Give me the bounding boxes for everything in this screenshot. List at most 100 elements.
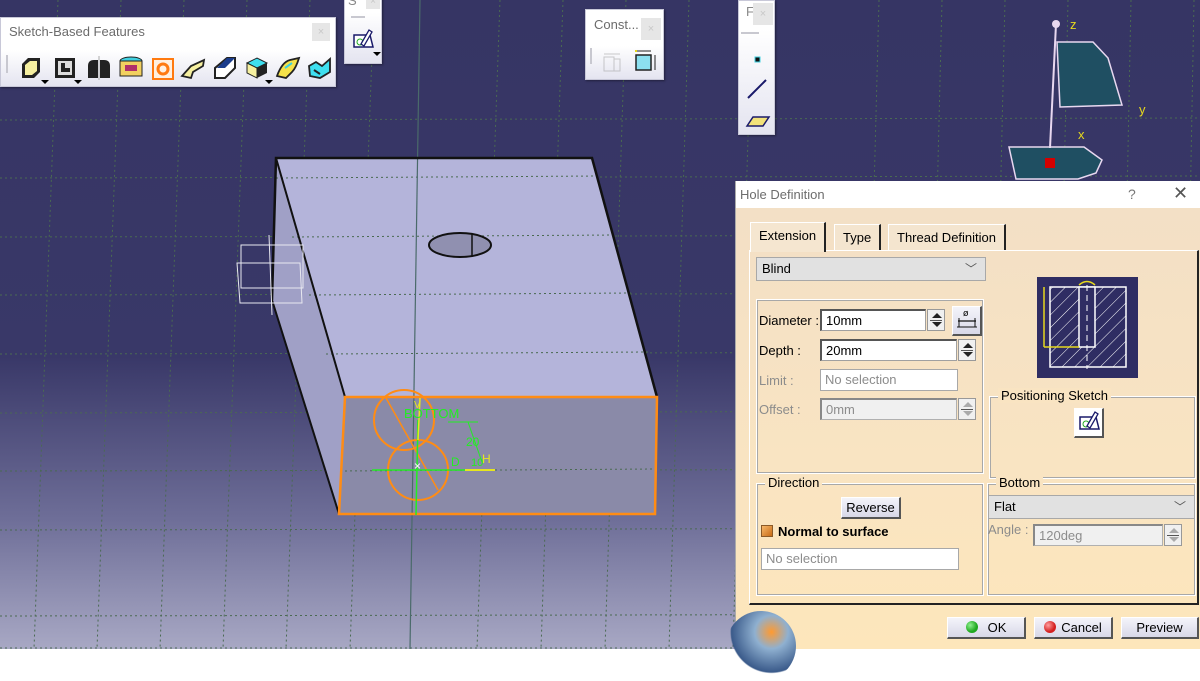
tab-type[interactable]: Type <box>834 224 882 251</box>
ok-label: OK <box>987 620 1007 635</box>
chevron-down-icon[interactable] <box>41 80 49 84</box>
chevron-down-icon: ﹀ <box>964 262 977 276</box>
diameter-measure-button[interactable]: ø <box>952 306 982 336</box>
tab-thread-definition[interactable]: Thread Definition <box>888 224 1006 251</box>
extension-parameters-group: Diameter : 10mm ø Depth : 20mm Limit : N… <box>756 299 984 474</box>
hole-preview <box>428 232 492 258</box>
close-icon[interactable]: ✕ <box>1173 184 1188 202</box>
sketch-dim-label-d: D <box>451 455 460 469</box>
constraint-icon[interactable] <box>633 48 659 74</box>
chevron-down-icon[interactable] <box>373 52 381 56</box>
catia-logo-globe <box>726 611 796 681</box>
dialog-title: Hole Definition <box>740 187 825 202</box>
dialog-titlebar[interactable]: Hole Definition ? ✕ <box>736 181 1200 208</box>
part-front-face <box>339 397 657 514</box>
pocket-icon[interactable] <box>51 54 79 82</box>
svg-text:ø: ø <box>963 309 969 319</box>
toolbar-drag-handle[interactable] <box>590 48 592 64</box>
sketch-based-features-toolbar[interactable]: Sketch-Based Features × <box>0 17 336 87</box>
sketch-axis-h: H <box>482 452 491 466</box>
cancel-button[interactable]: Cancel <box>1034 617 1113 639</box>
sketch-face-label: BOTTOM <box>404 406 459 421</box>
hole-icon[interactable] <box>149 54 177 82</box>
help-icon[interactable]: ? <box>1128 186 1136 202</box>
ok-led-icon <box>965 621 978 633</box>
cancel-label: Cancel <box>1061 620 1102 635</box>
close-icon[interactable]: × <box>312 23 330 41</box>
reverse-button[interactable]: Reverse <box>841 497 901 519</box>
positioning-sketch-button[interactable] <box>1074 408 1104 438</box>
extension-type-select[interactable]: Blind ﹀ <box>756 257 986 281</box>
rib-icon[interactable] <box>179 54 207 82</box>
diameter-label: Diameter : <box>759 313 819 328</box>
direction-selection-field[interactable]: No selection <box>761 548 959 570</box>
sketch-dimension-depth: 20 <box>466 435 480 449</box>
offset-spinner <box>958 398 976 420</box>
compass-y-label: y <box>1139 102 1146 117</box>
toolbar-drag-handle[interactable] <box>741 32 759 34</box>
close-icon[interactable]: × <box>366 0 380 9</box>
hole-preview-image <box>1037 277 1138 378</box>
chevron-down-icon: ﹀ <box>1173 500 1186 514</box>
multi-sections-solid-icon[interactable] <box>274 54 302 82</box>
diameter-input[interactable]: 10mm <box>820 309 926 331</box>
compass-z-label: z <box>1070 17 1077 32</box>
shaft-icon[interactable] <box>85 54 113 82</box>
chevron-down-icon[interactable] <box>74 80 82 84</box>
direction-label: Direction <box>765 475 823 490</box>
tab-extension[interactable]: Extension <box>750 222 827 252</box>
angle-spinner <box>1164 524 1182 546</box>
depth-input[interactable]: 20mm <box>820 339 957 361</box>
sketch-icon <box>1078 411 1100 430</box>
offset-label: Offset : <box>759 402 801 417</box>
angle-input: 120deg <box>1033 524 1163 546</box>
pad-icon[interactable] <box>18 54 46 82</box>
bottom-label: Bottom <box>996 475 1044 490</box>
svg-text:×: × <box>414 459 421 473</box>
sketch-icon[interactable] <box>351 27 375 51</box>
positioning-sketch-label: Positioning Sketch <box>998 388 1111 403</box>
angle-label: Angle : <box>988 522 1029 537</box>
cancel-led-icon <box>1044 621 1057 633</box>
positioning-sketch-group: Positioning Sketch <box>989 388 1196 479</box>
compass-x-label: x <box>1078 127 1085 142</box>
groove-icon[interactable] <box>117 54 145 82</box>
extension-type-value: Blind <box>762 261 791 276</box>
plane-icon[interactable] <box>745 111 771 131</box>
reference-elements-toolbar[interactable]: F × <box>738 0 775 135</box>
sketch-axis-v: V <box>414 400 421 411</box>
bottom-type-value: Flat <box>994 499 1016 514</box>
close-icon[interactable]: × <box>753 3 773 25</box>
close-icon[interactable]: × <box>641 18 661 40</box>
ok-button[interactable]: OK <box>947 617 1026 639</box>
depth-spinner[interactable] <box>958 339 976 361</box>
depth-label: Depth : <box>759 343 801 358</box>
offset-input: 0mm <box>820 398 957 420</box>
limit-selection-field: No selection <box>820 369 958 391</box>
removed-multi-sections-solid-icon[interactable] <box>306 54 334 82</box>
part-body <box>270 0 659 649</box>
sketcher-toolbar[interactable]: S × <box>344 0 382 64</box>
limit-label: Limit : <box>759 373 794 388</box>
slot-icon[interactable] <box>211 54 239 82</box>
point-icon[interactable] <box>747 49 767 69</box>
preview-button[interactable]: Preview <box>1121 617 1199 639</box>
chevron-down-icon[interactable] <box>265 80 273 84</box>
normal-to-surface-checkbox[interactable] <box>761 525 773 537</box>
toolbar-drag-handle[interactable] <box>351 16 365 18</box>
diameter-dimension-icon: ø <box>956 309 977 328</box>
toolbar-title: Sketch-Based Features <box>9 24 145 39</box>
bottom-group: Bottom Flat ﹀ Angle : 120deg <box>987 475 1196 596</box>
stiffener-icon[interactable] <box>243 54 271 82</box>
toolbar-drag-handle[interactable] <box>6 55 8 73</box>
constraints-toolbar[interactable]: Const... × <box>585 9 664 80</box>
diameter-spinner[interactable] <box>927 309 945 331</box>
normal-to-surface-label: Normal to surface <box>778 524 889 539</box>
direction-group: Direction Reverse Normal to surface No s… <box>756 475 984 596</box>
compass[interactable]: z y x <box>1008 17 1146 180</box>
constraints-defined-in-dialog-icon <box>603 53 621 72</box>
extension-panel: Blind ﹀ Diameter : 10mm ø Depth : 20mm L… <box>749 250 1199 605</box>
bottom-type-select[interactable]: Flat ﹀ <box>988 495 1195 519</box>
line-icon[interactable] <box>745 77 769 101</box>
hole-definition-dialog[interactable]: Hole Definition ? ✕ Extension Type Threa… <box>726 181 1200 681</box>
